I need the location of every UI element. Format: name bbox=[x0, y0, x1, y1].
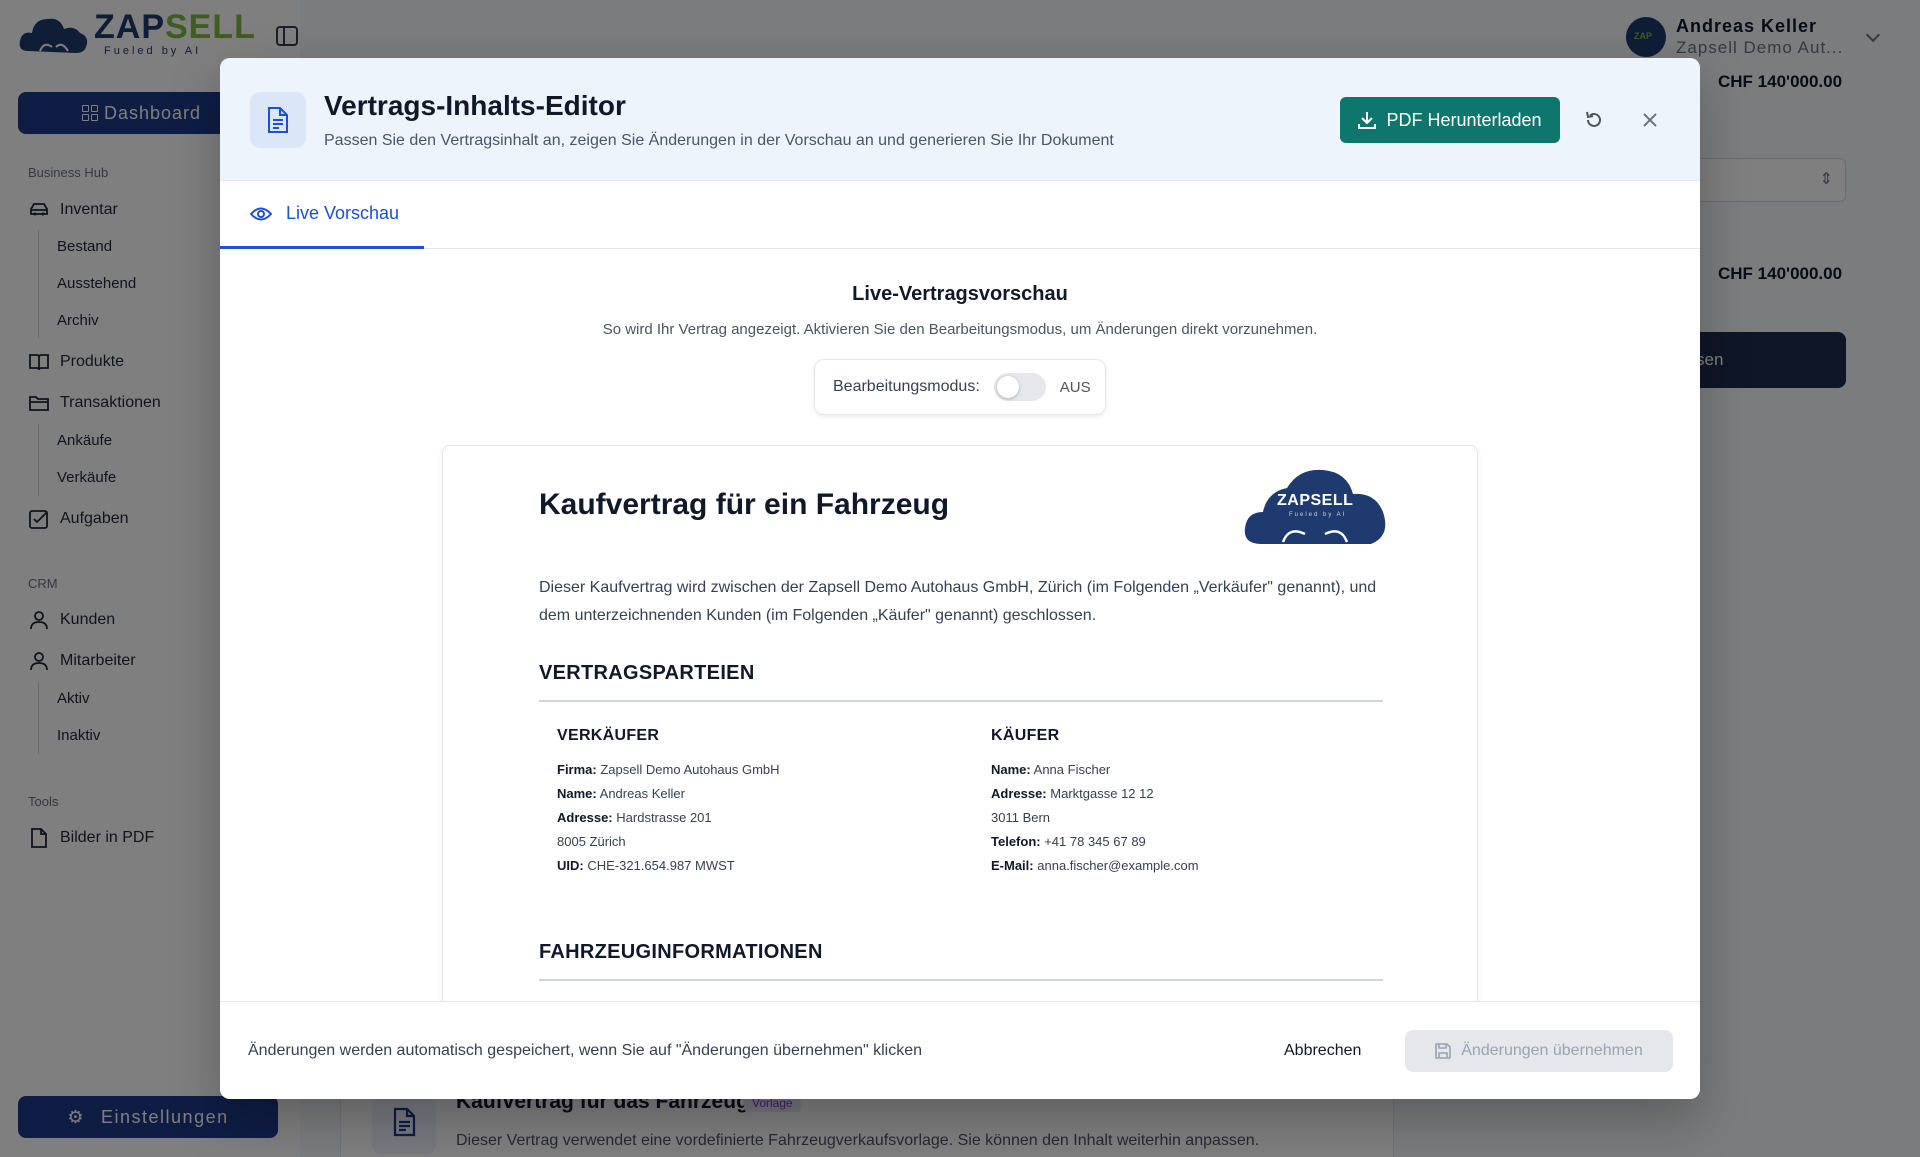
contract-document: Kaufvertrag für ein Fahrzeug ZAPSELL Fue… bbox=[442, 445, 1478, 1001]
close-icon bbox=[1643, 113, 1657, 127]
download-icon bbox=[1358, 112, 1377, 129]
buyer-name: Name: Anna Fischer bbox=[991, 762, 1111, 777]
apply-changes-label: Änderungen übernehmen bbox=[1461, 1042, 1643, 1059]
modal-header: Vertrags-Inhalts-Editor Passen Sie den V… bbox=[220, 58, 1700, 181]
edit-mode-control: Bearbeitungsmodus: AUS bbox=[814, 359, 1106, 415]
buyer-telefon: Telefon: +41 78 345 67 89 bbox=[991, 834, 1146, 849]
preview-title: Live-Vertragsvorschau bbox=[852, 283, 1068, 305]
edit-mode-toggle[interactable] bbox=[993, 373, 1046, 401]
seller-uid: UID: CHE-321.654.987 MWST bbox=[557, 858, 735, 873]
cancel-button[interactable]: Abbrechen bbox=[1284, 1042, 1361, 1060]
edit-mode-state: AUS bbox=[1059, 378, 1091, 396]
autosave-note: Änderungen werden automatisch gespeicher… bbox=[248, 1042, 923, 1059]
modal-tabs: Live Vorschau bbox=[220, 181, 1700, 249]
seller-adresse: Adresse: Hardstrasse 201 bbox=[557, 810, 712, 825]
apply-changes-button[interactable]: Änderungen übernehmen bbox=[1405, 1030, 1673, 1072]
document-title: Kaufvertrag für ein Fahrzeug bbox=[539, 488, 950, 521]
buyer-email: E-Mail: anna.fischer@example.com bbox=[991, 858, 1199, 873]
section-parties-heading: VERTRAGSPARTEIEN bbox=[539, 662, 755, 684]
modal-subtitle: Passen Sie den Vertragsinhalt an, zeigen… bbox=[324, 132, 1114, 149]
section-divider bbox=[539, 700, 1383, 702]
seller-name: Name: Andreas Keller bbox=[557, 786, 685, 801]
modal-title: Vertrags-Inhalts-Editor bbox=[324, 90, 626, 121]
refresh-icon bbox=[1586, 111, 1601, 127]
logo-tagline-small: Fueled by AI bbox=[1289, 512, 1347, 518]
pdf-download-button[interactable]: PDF Herunterladen bbox=[1340, 97, 1560, 143]
tab-live-vorschau[interactable]: Live Vorschau bbox=[220, 181, 424, 249]
logo-text: ZAPSELL bbox=[1277, 492, 1354, 509]
preview-subtitle: So wird Ihr Vertrag angezeigt. Aktiviere… bbox=[602, 321, 1318, 338]
close-button[interactable] bbox=[1638, 108, 1662, 132]
buyer-heading: KÄUFER bbox=[991, 727, 1060, 744]
seller-ort: 8005 Zürich bbox=[557, 834, 626, 849]
reset-button[interactable] bbox=[1582, 108, 1606, 132]
section-divider bbox=[539, 979, 1383, 981]
modal-footer: Änderungen werden automatisch gespeicher… bbox=[220, 1001, 1700, 1099]
seller-firma: Firma: Zapsell Demo Autohaus GmbH bbox=[557, 762, 780, 777]
tab-label: Live Vorschau bbox=[286, 203, 400, 223]
buyer-ort: 3011 Bern bbox=[991, 810, 1051, 825]
seller-heading: VERKÄUFER bbox=[557, 727, 660, 744]
preview-content[interactable]: Live-Vertragsvorschau So wird Ihr Vertra… bbox=[220, 249, 1700, 1001]
document-intro: Dieser Kaufvertrag wird zwischen der Zap… bbox=[539, 579, 1377, 624]
buyer-block: KÄUFER Name: Anna Fischer Adresse: Markt… bbox=[991, 724, 1199, 878]
document-icon bbox=[250, 92, 306, 148]
eye-icon bbox=[250, 207, 272, 220]
seller-block: VERKÄUFER Firma: Zapsell Demo Autohaus G… bbox=[557, 724, 780, 878]
edit-mode-label: Bearbeitungsmodus: bbox=[833, 378, 980, 395]
contract-editor-modal: Vertrags-Inhalts-Editor Passen Sie den V… bbox=[220, 58, 1700, 1099]
section-vehicle-heading: FAHRZEUGINFORMATIONEN bbox=[539, 941, 823, 963]
pdf-download-label: PDF Herunterladen bbox=[1386, 109, 1542, 130]
buyer-adresse: Adresse: Marktgasse 12 12 bbox=[991, 786, 1154, 801]
save-icon bbox=[1435, 1043, 1452, 1059]
